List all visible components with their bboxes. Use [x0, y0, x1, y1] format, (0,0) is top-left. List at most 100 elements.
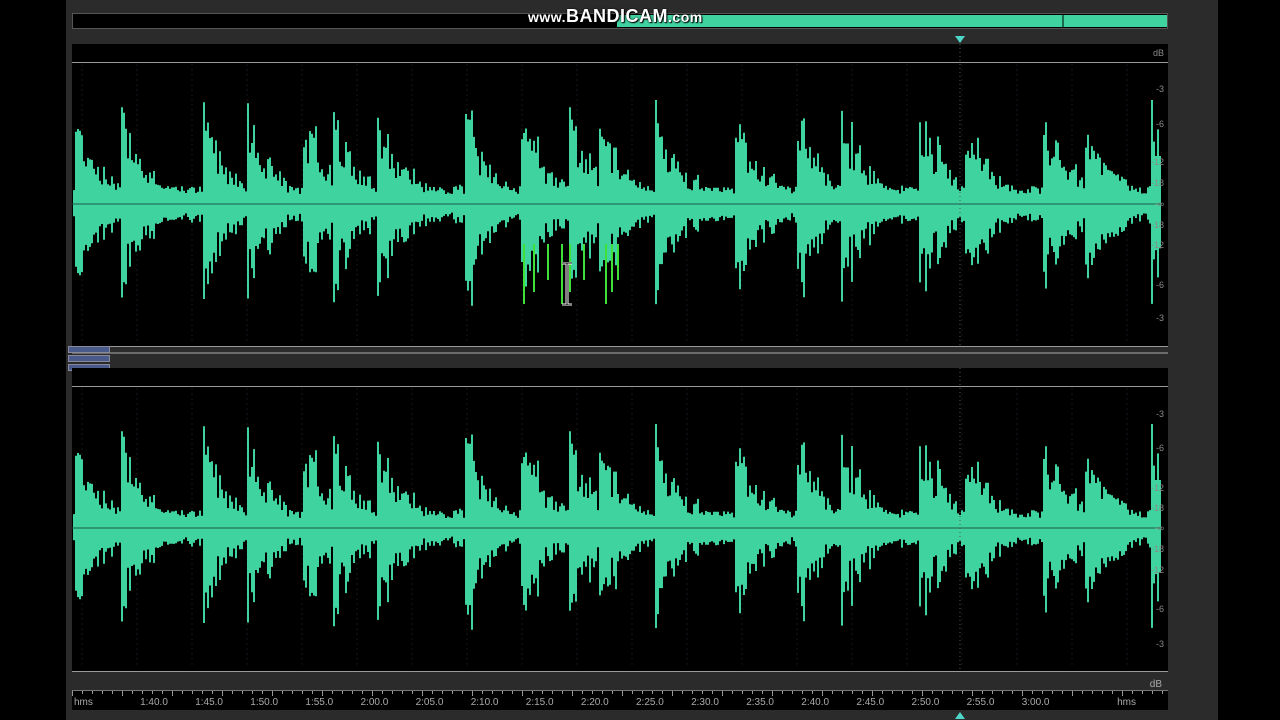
ruler-tick [782, 691, 783, 694]
ruler-tick [102, 691, 103, 694]
ruler-tick [842, 691, 843, 694]
ruler-time-label: 3:00.0 [1021, 697, 1050, 708]
ruler-tick [982, 691, 983, 694]
ruler-tick [122, 691, 123, 696]
db-label: -6 [1155, 280, 1164, 290]
ruler-tick [852, 691, 853, 694]
waveform-channel-2[interactable] [72, 368, 1168, 672]
ruler-tick [532, 691, 533, 694]
ruler-tick [1032, 691, 1033, 694]
waveform-track-2[interactable]: -3 -6 -12 -18 -∞ -18 -12 -6 -3 [72, 368, 1168, 672]
ruler-tick [752, 691, 753, 694]
db-label: -18 [1150, 178, 1164, 188]
ruler-tick [742, 691, 743, 694]
waveform-track-1[interactable]: dB -3 -6 -12 -18 -∞ -18 -12 -6 -3 [72, 44, 1168, 347]
ruler-tick [802, 691, 803, 694]
db-label: -3 [1155, 84, 1164, 94]
ruler-tick [772, 691, 773, 696]
time-ruler[interactable]: hms hms dB 1:40.0 1:45.0 1:50.0 1:55.0 2:00.… [72, 679, 1168, 710]
ruler-time-label: 2:25.0 [635, 697, 664, 708]
ruler-tick [162, 691, 163, 694]
watermark-brand: BANDICAM [566, 6, 669, 26]
ruler-tick [1022, 691, 1023, 696]
ruler-tick [612, 691, 613, 694]
ruler-tick [432, 691, 433, 694]
ruler-tick [972, 691, 973, 696]
db-label: -6 [1155, 443, 1164, 453]
ruler-tick [962, 691, 963, 694]
ruler-tick [952, 691, 953, 694]
ruler-tick [622, 691, 623, 696]
ruler-tick [912, 691, 913, 694]
ruler-time-label: 2:35.0 [746, 697, 774, 708]
ruler-tick [272, 691, 273, 696]
ruler-time-label: 1:55.0 [305, 697, 334, 708]
ruler-tick [1042, 691, 1043, 694]
db-label: -3 [1155, 409, 1164, 419]
db-label: -∞ [1154, 199, 1164, 209]
ruler-tick [692, 691, 693, 694]
db-label: -18 [1150, 220, 1164, 230]
db-label: -3 [1155, 313, 1164, 323]
ruler-unit-label: dB [1149, 679, 1162, 690]
ruler-tick [662, 691, 663, 694]
waveform-channel-1[interactable] [72, 44, 1168, 346]
ruler-tick [112, 691, 113, 694]
ruler-tick [182, 691, 183, 694]
ruler-time-label: 1:45.0 [195, 697, 223, 708]
ruler-time-label: 2:20.0 [580, 697, 609, 708]
ruler-tick [672, 691, 673, 696]
ruler-tick [832, 691, 833, 694]
ruler-end-label: hms [1117, 697, 1136, 708]
db-unit-label: dB [1152, 48, 1164, 58]
ruler-tick [462, 691, 463, 694]
ruler-tick [722, 691, 723, 696]
ruler-tick [72, 691, 73, 696]
ruler-tick [292, 691, 293, 694]
ruler-tick [232, 691, 233, 694]
ruler-tick [512, 691, 513, 694]
ruler-tick [452, 691, 453, 694]
watermark-suffix: .com [668, 9, 703, 25]
db-label: -12 [1150, 157, 1164, 167]
ruler-tick [502, 691, 503, 694]
ruler-tick [342, 691, 343, 694]
ruler-time-label: 2:55.0 [966, 697, 995, 708]
ruler-tick [352, 691, 353, 694]
ruler-tick [862, 691, 863, 694]
ruler-tick [702, 691, 703, 694]
ruler-tick [732, 691, 733, 694]
ruler-tick [282, 691, 283, 694]
playhead-marker-top-icon[interactable] [955, 36, 965, 43]
ruler-tick [472, 691, 473, 696]
ruler-tick [1052, 691, 1053, 694]
ruler-tick [242, 691, 243, 694]
ruler-time-label: 2:05.0 [415, 697, 444, 708]
db-label: -3 [1155, 639, 1164, 649]
db-label: -12 [1150, 565, 1164, 575]
ruler-tick [592, 691, 593, 694]
ruler-tick [412, 691, 413, 694]
playhead-marker-bottom-icon[interactable] [955, 712, 965, 719]
ruler-tick [82, 691, 83, 694]
ruler-tick [922, 691, 923, 696]
channel-divider[interactable] [72, 348, 1168, 366]
channel-divider-line [72, 352, 1168, 354]
ruler-tick [1102, 691, 1103, 694]
ruler-tick [1142, 691, 1143, 694]
ruler-tick [322, 691, 323, 696]
ruler-tick [1082, 691, 1083, 694]
ruler-tick [1122, 691, 1123, 696]
ruler-tick [902, 691, 903, 694]
ruler-tick [152, 691, 153, 694]
ruler-tick [552, 691, 553, 694]
text-cursor-icon [562, 262, 572, 306]
ruler-tick [522, 691, 523, 696]
db-label: -18 [1150, 544, 1164, 554]
ruler-tick [142, 691, 143, 694]
ruler-tick [312, 691, 313, 694]
ruler-tick [172, 691, 173, 696]
ruler-time-label: 2:45.0 [856, 697, 885, 708]
ruler-tick [422, 691, 423, 696]
ruler-tick [372, 691, 373, 696]
